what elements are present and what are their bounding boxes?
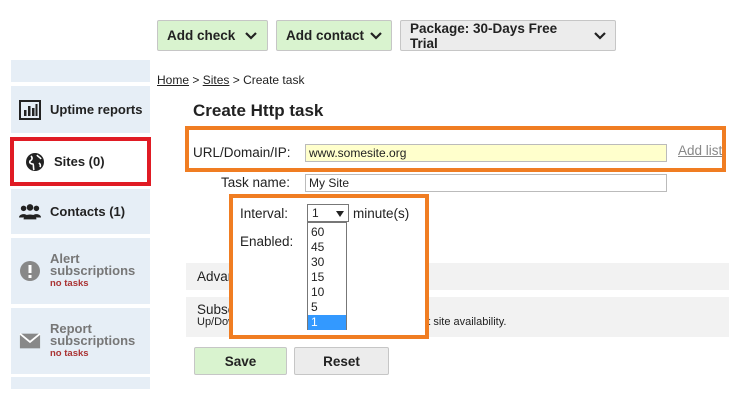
sidebar-item-uptime-reports[interactable]: Uptime reports	[11, 86, 150, 133]
sidebar-footer	[11, 377, 150, 389]
url-input[interactable]	[305, 144, 667, 162]
sidebar-item-label: Alert subscriptions	[50, 250, 136, 278]
add-check-label: Add check	[167, 28, 236, 43]
caret-down-icon	[336, 206, 344, 220]
sidebar-item-label: Uptime reports	[50, 102, 143, 117]
breadcrumb-sites-link[interactable]: Sites	[203, 73, 230, 87]
save-button[interactable]: Save	[194, 347, 287, 375]
interval-select[interactable]: 1	[307, 204, 349, 222]
sidebar-item-label: Report subscriptions	[50, 320, 136, 348]
chevron-down-icon	[594, 31, 606, 40]
sidebar-item-label: Contacts (1)	[50, 204, 126, 219]
bar-chart-icon	[19, 99, 41, 121]
sidebar-item-text: Alert subscriptions no tasks	[50, 250, 140, 290]
interval-label: Interval:	[240, 206, 289, 221]
breadcrumb: Home > Sites > Create task	[157, 73, 304, 87]
interval-option[interactable]: 30	[308, 255, 346, 270]
interval-option[interactable]: 15	[308, 270, 346, 285]
sidebar-header	[11, 60, 150, 82]
package-label: Package: 30-Days Free Trial	[410, 20, 558, 51]
interval-dropdown-list: 60 45 30 15 10 5 1	[307, 222, 347, 330]
sidebar-item-status: no tasks	[50, 347, 89, 359]
breadcrumb-separator: >	[189, 73, 203, 87]
add-contact-button[interactable]: Add contact	[276, 20, 392, 51]
chevron-down-icon	[370, 31, 382, 40]
interval-option[interactable]: 60	[308, 225, 346, 240]
interval-option[interactable]: 10	[308, 285, 346, 300]
sidebar-item-contacts[interactable]: Contacts (1)	[11, 189, 150, 234]
breadcrumb-separator: >	[229, 73, 244, 87]
interval-selected-value: 1	[312, 206, 319, 220]
enabled-label: Enabled:	[240, 234, 294, 249]
sidebar-item-status: no tasks	[50, 277, 89, 289]
sidebar-item-alert-subscriptions[interactable]: Alert subscriptions no tasks	[11, 238, 150, 304]
add-contact-label: Add contact	[286, 28, 365, 43]
interval-option-selected[interactable]: 1	[308, 315, 346, 330]
sidebar-item-text: Report subscriptions no tasks	[50, 320, 140, 360]
add-list-link[interactable]: Add list	[678, 143, 722, 158]
interval-unit: minute(s)	[353, 206, 410, 221]
contacts-icon	[19, 201, 41, 223]
task-name-label: Task name:	[221, 175, 291, 190]
add-check-button[interactable]: Add check	[157, 20, 268, 51]
sidebar-item-report-subscriptions[interactable]: Report subscriptions no tasks	[11, 308, 150, 374]
chevron-down-icon	[245, 31, 258, 40]
interval-option[interactable]: 5	[308, 300, 346, 315]
sidebar-item-label: Sites (0)	[54, 154, 105, 169]
breadcrumb-current: Create task	[243, 73, 305, 87]
task-name-input[interactable]	[305, 174, 667, 192]
globe-icon	[24, 151, 46, 173]
reset-button[interactable]: Reset	[294, 347, 389, 375]
interval-option[interactable]: 45	[308, 240, 346, 255]
alert-icon	[19, 260, 41, 282]
package-button[interactable]: Package: 30-Days Free Trial	[400, 20, 616, 51]
mail-icon	[19, 330, 41, 352]
url-label: URL/Domain/IP:	[193, 145, 291, 160]
breadcrumb-home-link[interactable]: Home	[157, 73, 189, 87]
page-title: Create Http task	[193, 101, 324, 120]
sidebar-item-sites[interactable]: Sites (0)	[10, 137, 151, 186]
